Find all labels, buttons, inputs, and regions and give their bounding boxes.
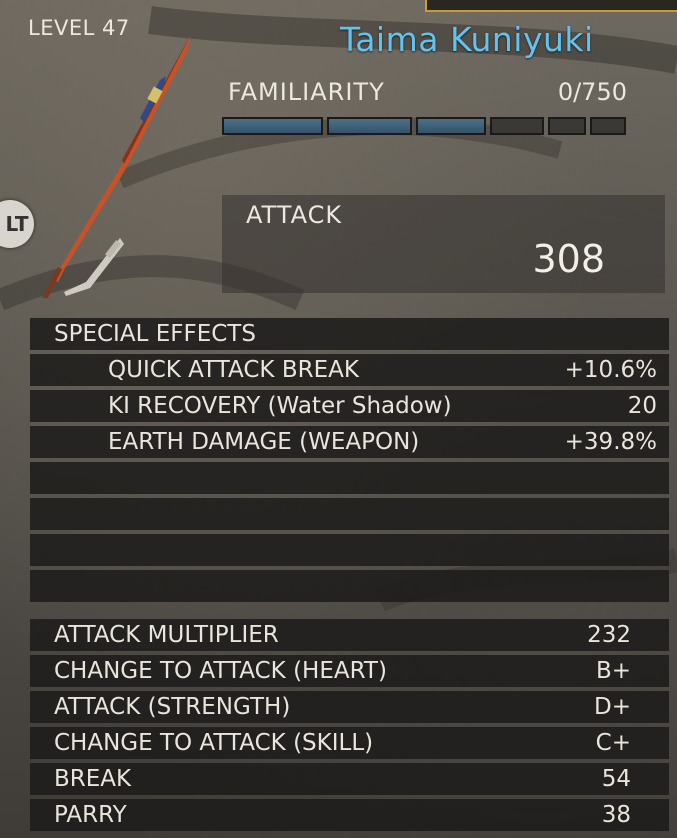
effect-value: +39.8% xyxy=(564,429,657,455)
effect-row[interactable]: EARTH DAMAGE (WEAPON) +39.8% xyxy=(30,426,669,458)
empty-effect-slot xyxy=(30,462,669,494)
familiarity-bar xyxy=(222,117,626,135)
effect-value: 20 xyxy=(627,393,657,419)
weapon-stats-list: ATTACK MULTIPLIER 232 CHANGE TO ATTACK (… xyxy=(30,619,669,835)
stat-label: ATTACK (STRENGTH) xyxy=(54,694,291,720)
familiarity-value: 0/750 xyxy=(557,78,627,106)
stat-value: B+ xyxy=(595,658,631,684)
stat-label: ATTACK MULTIPLIER xyxy=(54,622,279,648)
familiarity-segment xyxy=(327,117,413,135)
stat-value: C+ xyxy=(595,730,631,756)
stat-label: BREAK xyxy=(54,766,132,792)
effect-row[interactable]: KI RECOVERY (Water Shadow) 20 xyxy=(30,390,669,422)
empty-effect-slot xyxy=(30,534,669,566)
stat-row[interactable]: ATTACK MULTIPLIER 232 xyxy=(30,619,669,651)
stat-label: CHANGE TO ATTACK (HEART) xyxy=(54,658,387,684)
familiarity-segment xyxy=(490,117,544,135)
special-effects-list: SPECIAL EFFECTS QUICK ATTACK BREAK +10.6… xyxy=(30,318,669,606)
stat-row[interactable]: CHANGE TO ATTACK (HEART) B+ xyxy=(30,655,669,687)
stat-row[interactable]: PARRY 38 xyxy=(30,799,669,831)
katana-image xyxy=(42,36,190,298)
familiarity-label: FAMILIARITY xyxy=(228,78,385,106)
effect-label: EARTH DAMAGE (WEAPON) xyxy=(108,429,420,455)
familiarity-segment xyxy=(416,117,487,135)
effect-value: +10.6% xyxy=(564,357,657,383)
effect-label: QUICK ATTACK BREAK xyxy=(108,357,359,383)
familiarity-segment xyxy=(547,117,586,135)
familiarity-segment xyxy=(222,117,324,135)
stat-row[interactable]: ATTACK (STRENGTH) D+ xyxy=(30,691,669,723)
effect-row[interactable]: QUICK ATTACK BREAK +10.6% xyxy=(30,354,669,386)
stat-row[interactable]: BREAK 54 xyxy=(30,763,669,795)
stat-row[interactable]: CHANGE TO ATTACK (SKILL) C+ xyxy=(30,727,669,759)
lt-button-label: LT xyxy=(5,212,29,236)
top-frame-decoration xyxy=(425,0,677,12)
attack-panel: ATTACK 308 xyxy=(222,195,665,293)
attack-label: ATTACK xyxy=(246,201,343,229)
stat-value: 54 xyxy=(601,766,631,792)
empty-effect-slot xyxy=(30,498,669,530)
weapon-name: Taima Kuniyuki xyxy=(340,20,594,59)
stat-value: 38 xyxy=(601,802,631,828)
stat-label: PARRY xyxy=(54,802,127,828)
empty-effect-slot xyxy=(30,570,669,602)
effect-label: KI RECOVERY (Water Shadow) xyxy=(108,393,452,419)
stat-label: CHANGE TO ATTACK (SKILL) xyxy=(54,730,374,756)
familiarity-segment xyxy=(589,117,626,135)
stat-value: D+ xyxy=(594,694,631,720)
special-effects-title: SPECIAL EFFECTS xyxy=(54,321,256,347)
special-effects-header: SPECIAL EFFECTS xyxy=(30,318,669,350)
attack-value: 308 xyxy=(532,237,605,281)
stat-value: 232 xyxy=(587,622,631,648)
